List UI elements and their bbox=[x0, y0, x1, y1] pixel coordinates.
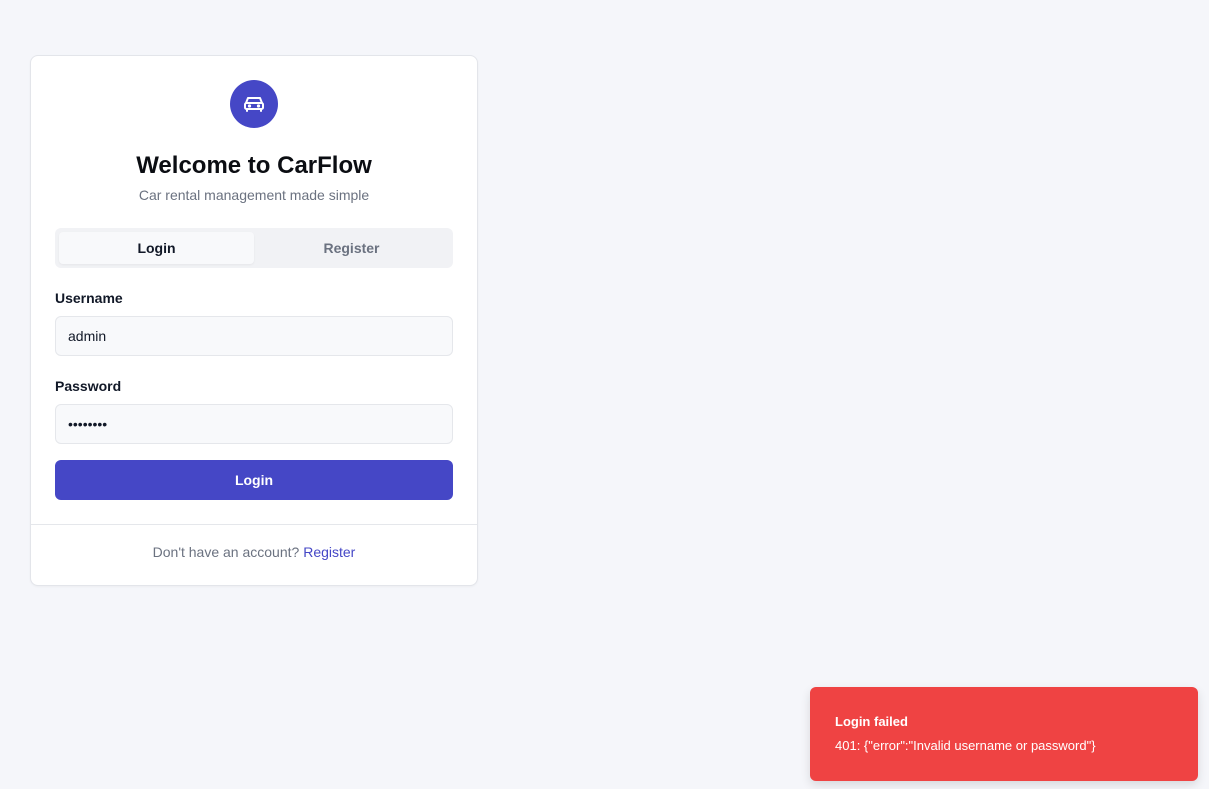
error-toast[interactable]: Login failed 401: {"error":"Invalid user… bbox=[810, 687, 1198, 781]
divider bbox=[31, 524, 477, 525]
register-link[interactable]: Register bbox=[303, 544, 355, 560]
page-title: Welcome to CarFlow bbox=[136, 152, 372, 179]
tab-login[interactable]: Login bbox=[59, 232, 254, 264]
toast-title: Login failed bbox=[835, 714, 908, 729]
car-icon bbox=[244, 97, 264, 112]
password-field[interactable] bbox=[55, 404, 453, 444]
username-field[interactable] bbox=[55, 316, 453, 356]
login-button[interactable]: Login bbox=[55, 460, 453, 500]
toast-message: 401: {"error":"Invalid username or passw… bbox=[835, 738, 1096, 753]
login-card: Welcome to CarFlow Car rental management… bbox=[30, 55, 478, 586]
register-prompt: Don't have an account? Register bbox=[31, 544, 477, 560]
password-label: Password bbox=[55, 378, 122, 394]
username-label: Username bbox=[55, 290, 123, 306]
tab-register[interactable]: Register bbox=[254, 232, 449, 264]
app-logo bbox=[230, 80, 278, 128]
auth-tabs: Login Register bbox=[55, 228, 453, 268]
register-prompt-text: Don't have an account? bbox=[152, 544, 300, 560]
page-subtitle: Car rental management made simple bbox=[138, 187, 370, 203]
